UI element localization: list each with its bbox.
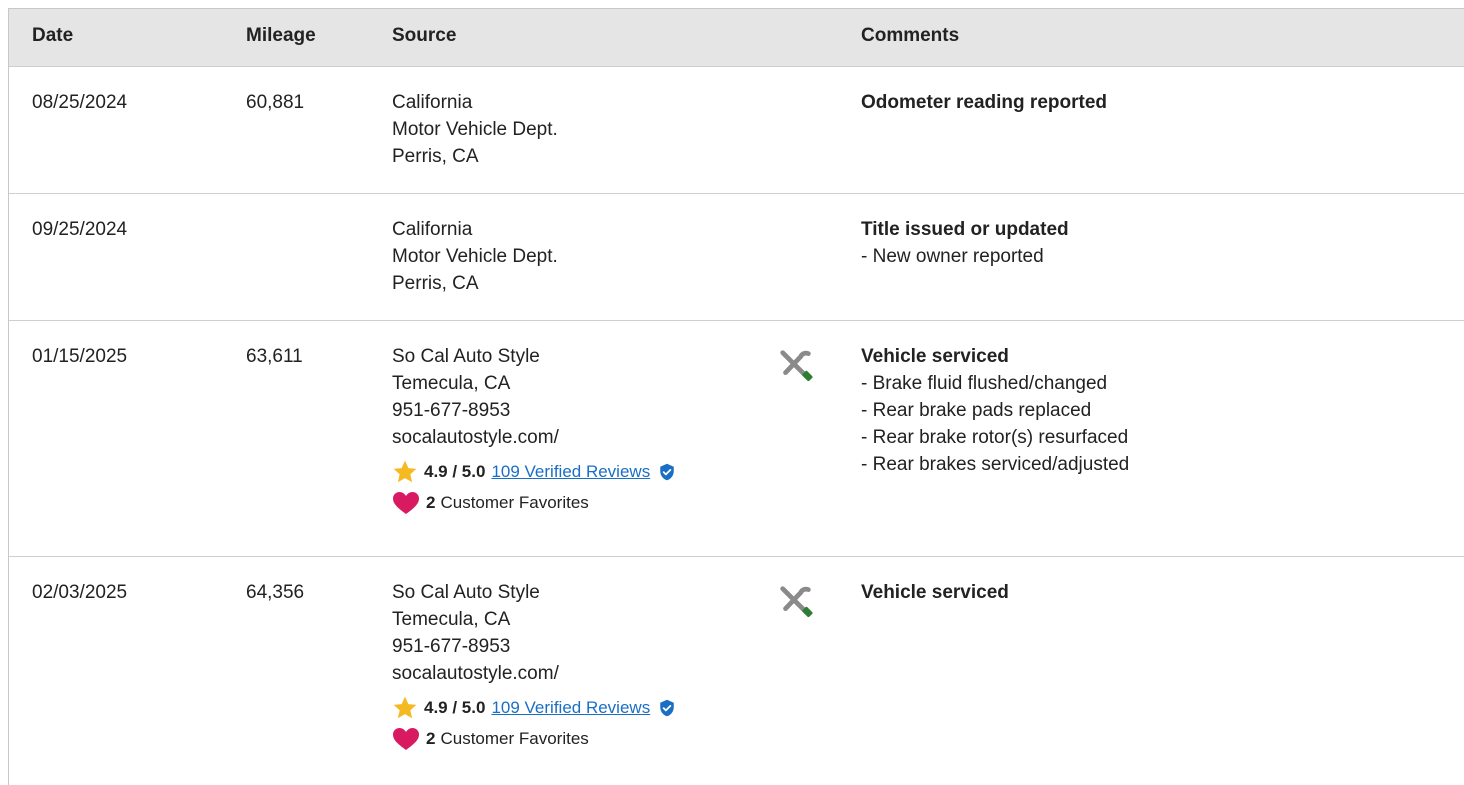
table-row: 09/25/2024 California Motor Vehicle Dept…	[9, 194, 1464, 321]
star-icon	[393, 696, 417, 719]
customer-favorites: 2 Customer Favorites	[392, 491, 676, 515]
shop-location: Temecula, CA	[392, 609, 511, 630]
verified-reviews-link[interactable]: 109 Verified Reviews	[491, 695, 650, 721]
row-mileage: 63,611	[246, 346, 303, 367]
header-source: Source	[392, 25, 457, 46]
shop-rating: 4.9 / 5.0 109 Verified Reviews	[392, 695, 676, 721]
favorites-label: Customer Favorites	[440, 493, 589, 512]
star-icon	[393, 460, 417, 483]
source-dept: Motor Vehicle Dept.	[392, 119, 558, 140]
comment-item: - Rear brake pads replaced	[861, 400, 1092, 421]
row-source: So Cal Auto Style Temecula, CA 951-677-8…	[392, 579, 676, 751]
row-date: 09/25/2024	[32, 219, 128, 240]
favorites-label: Customer Favorites	[440, 729, 589, 748]
comment-item: - Rear brake rotor(s) resurfaced	[861, 427, 1129, 448]
wrench-screwdriver-icon	[780, 350, 813, 382]
row-source: California Motor Vehicle Dept. Perris, C…	[392, 216, 558, 297]
source-name: California	[392, 92, 473, 113]
customer-favorites: 2 Customer Favorites	[392, 727, 676, 751]
row-comments: Vehicle serviced - Brake fluid flushed/c…	[861, 343, 1129, 478]
heart-icon	[393, 728, 419, 750]
shop-name: So Cal Auto Style	[392, 346, 540, 367]
favorites-count: 2	[426, 493, 436, 512]
shop-location: Temecula, CA	[392, 373, 511, 394]
shop-phone: 951-677-8953	[392, 400, 511, 421]
table-row: 01/15/2025 63,611 So Cal Auto Style Teme…	[9, 321, 1464, 557]
shop-name: So Cal Auto Style	[392, 582, 540, 603]
rating-score: 4.9 / 5.0	[424, 698, 486, 717]
source-name: California	[392, 219, 473, 240]
wrench-screwdriver-icon	[780, 586, 813, 618]
row-comments: Odometer reading reported	[861, 89, 1107, 116]
verified-shield-icon	[660, 463, 674, 481]
row-mileage: 60,881	[246, 92, 305, 113]
service-icon-cell	[777, 347, 815, 393]
favorites-count: 2	[426, 729, 436, 748]
shop-rating: 4.9 / 5.0 109 Verified Reviews	[392, 459, 676, 485]
shop-website: socalautostyle.com/	[392, 427, 559, 448]
shop-website: socalautostyle.com/	[392, 663, 559, 684]
comment-item: - Brake fluid flushed/changed	[861, 373, 1108, 394]
source-dept: Motor Vehicle Dept.	[392, 246, 558, 267]
verified-reviews-link[interactable]: 109 Verified Reviews	[491, 459, 650, 485]
comment-title: Vehicle serviced	[861, 346, 1009, 367]
table-row: 02/03/2025 64,356 So Cal Auto Style Teme…	[9, 557, 1464, 785]
table-header: Date Mileage Source Comments	[9, 9, 1464, 67]
comment-title: Odometer reading reported	[861, 92, 1107, 113]
header-comments: Comments	[861, 25, 960, 46]
row-date: 02/03/2025	[32, 582, 128, 603]
service-icon-cell	[777, 583, 815, 629]
comment-title: Title issued or updated	[861, 219, 1069, 240]
source-location: Perris, CA	[392, 273, 479, 294]
vehicle-history-table: Date Mileage Source Comments 08/25/2024 …	[8, 8, 1464, 785]
comment-item: - Rear brakes serviced/adjusted	[861, 454, 1130, 475]
row-date: 01/15/2025	[32, 346, 128, 367]
heart-icon	[393, 492, 419, 514]
table-row: 08/25/2024 60,881 California Motor Vehic…	[9, 67, 1464, 194]
row-source: So Cal Auto Style Temecula, CA 951-677-8…	[392, 343, 676, 515]
row-mileage: 64,356	[246, 582, 305, 603]
row-comments: Vehicle serviced	[861, 579, 1009, 606]
shop-phone: 951-677-8953	[392, 636, 511, 657]
row-comments: Title issued or updated - New owner repo…	[861, 216, 1069, 270]
header-date: Date	[32, 25, 74, 46]
source-location: Perris, CA	[392, 146, 479, 167]
header-mileage: Mileage	[246, 25, 316, 46]
verified-shield-icon	[660, 699, 674, 717]
row-source: California Motor Vehicle Dept. Perris, C…	[392, 89, 558, 170]
comment-item: - New owner reported	[861, 246, 1044, 267]
rating-score: 4.9 / 5.0	[424, 462, 486, 481]
row-date: 08/25/2024	[32, 92, 128, 113]
comment-title: Vehicle serviced	[861, 582, 1009, 603]
